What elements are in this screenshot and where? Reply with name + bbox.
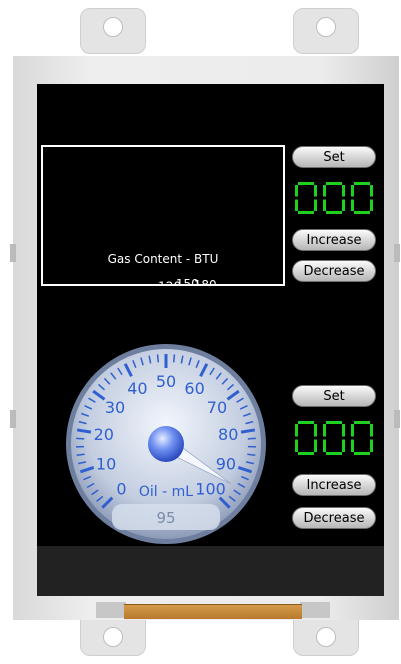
mount-hole <box>103 17 123 37</box>
digit-segment <box>351 199 354 211</box>
digit-segment <box>295 185 298 197</box>
digit-segment <box>370 439 373 452</box>
digit-segment <box>354 452 370 455</box>
digit-segment <box>298 182 314 185</box>
gauge-hub <box>148 426 184 462</box>
digit-segment <box>323 199 326 211</box>
gauge-scale-label: 80 <box>218 425 238 444</box>
gauge-scale-label: 30 <box>105 398 125 417</box>
gauge-scale-label: 10 <box>96 454 116 473</box>
digit-segment <box>326 421 342 424</box>
digit-segment <box>342 439 345 452</box>
gas-set-button[interactable]: Set <box>292 146 376 168</box>
oil-increase-button[interactable]: Increase <box>292 474 376 496</box>
digit-segment <box>295 424 298 437</box>
side-notch <box>394 244 400 262</box>
gas-meter: 0306090120150180210 Gas Content - BTU <box>108 252 234 284</box>
digit-segment <box>354 182 370 185</box>
digit-segment <box>298 452 314 455</box>
digit-segment <box>351 424 354 437</box>
connector-latch <box>300 602 330 618</box>
gauge-scale-label: 90 <box>216 454 236 473</box>
digit-segment <box>323 424 326 437</box>
gauge-scale-label: 40 <box>127 379 147 398</box>
mount-hole <box>103 627 123 647</box>
gauge-tick <box>172 354 176 363</box>
digit-segment <box>314 439 317 452</box>
digit-segment <box>314 199 317 211</box>
gauge-tick <box>247 437 256 440</box>
oil-gauge: 010 20 3040 50 6070 80 90 100 Oil - mL 95 <box>66 344 266 544</box>
gauge-readout: 95 <box>156 509 175 527</box>
gauge-scale-label: 0 <box>116 480 126 499</box>
meter-scale-label: 210 <box>211 283 234 284</box>
digit-segment <box>323 185 326 197</box>
digit-segment <box>326 452 342 455</box>
digit-segment <box>370 199 373 211</box>
digit-segment <box>351 439 354 452</box>
digit-segment <box>295 199 298 211</box>
mount-hole <box>316 17 336 37</box>
digit-segment <box>298 211 314 214</box>
mount-hole <box>316 627 336 647</box>
side-notch <box>394 410 400 428</box>
gauge-scale-label: 20 <box>94 425 114 444</box>
oil-digit-display <box>295 421 373 455</box>
digit-segment <box>354 421 370 424</box>
gas-decrease-button[interactable]: Decrease <box>292 260 376 282</box>
digit-segment <box>342 424 345 437</box>
digit-segment <box>342 185 345 197</box>
digit-segment <box>326 211 342 214</box>
meter-scale-labels: 0306090120150180210 <box>158 277 234 284</box>
gauge-scale-label: 70 <box>207 398 227 417</box>
meter-title: Gas Content - BTU <box>108 252 219 266</box>
gauge-tick <box>156 354 160 363</box>
digit-segment <box>351 185 354 197</box>
digit-segment <box>370 424 373 437</box>
gas-digit-display <box>295 182 373 214</box>
mount-tab-top-right <box>293 8 359 54</box>
digit-segment <box>298 421 314 424</box>
gauge-tick <box>247 453 256 457</box>
oil-set-button[interactable]: Set <box>292 385 376 407</box>
gauge-scale-label: 100 <box>195 480 226 499</box>
digit-segment <box>314 185 317 197</box>
gauge-title: Oil - mL <box>139 484 193 500</box>
gauge-tick <box>76 437 85 440</box>
oil-decrease-button[interactable]: Decrease <box>292 507 376 529</box>
mount-tab-top-left <box>80 8 146 54</box>
lcd-screen-lower-strip <box>37 546 384 596</box>
digit-segment <box>314 424 317 437</box>
side-notch <box>10 410 16 428</box>
connector-latch <box>96 602 126 618</box>
gauge-scale-label: 60 <box>184 379 204 398</box>
ribbon-connector <box>124 604 302 619</box>
digit-segment <box>323 439 326 452</box>
digit-segment <box>326 182 342 185</box>
gauge-scale-label: 50 <box>156 372 176 391</box>
gas-increase-button[interactable]: Increase <box>292 229 376 251</box>
digit-segment <box>370 185 373 197</box>
digit-segment <box>295 439 298 452</box>
digit-segment <box>342 199 345 211</box>
digit-segment <box>354 211 370 214</box>
gas-meter-panel: 0306090120150180210 Gas Content - BTU <box>41 145 285 286</box>
gauge-tick <box>76 453 85 457</box>
side-notch <box>10 244 16 262</box>
